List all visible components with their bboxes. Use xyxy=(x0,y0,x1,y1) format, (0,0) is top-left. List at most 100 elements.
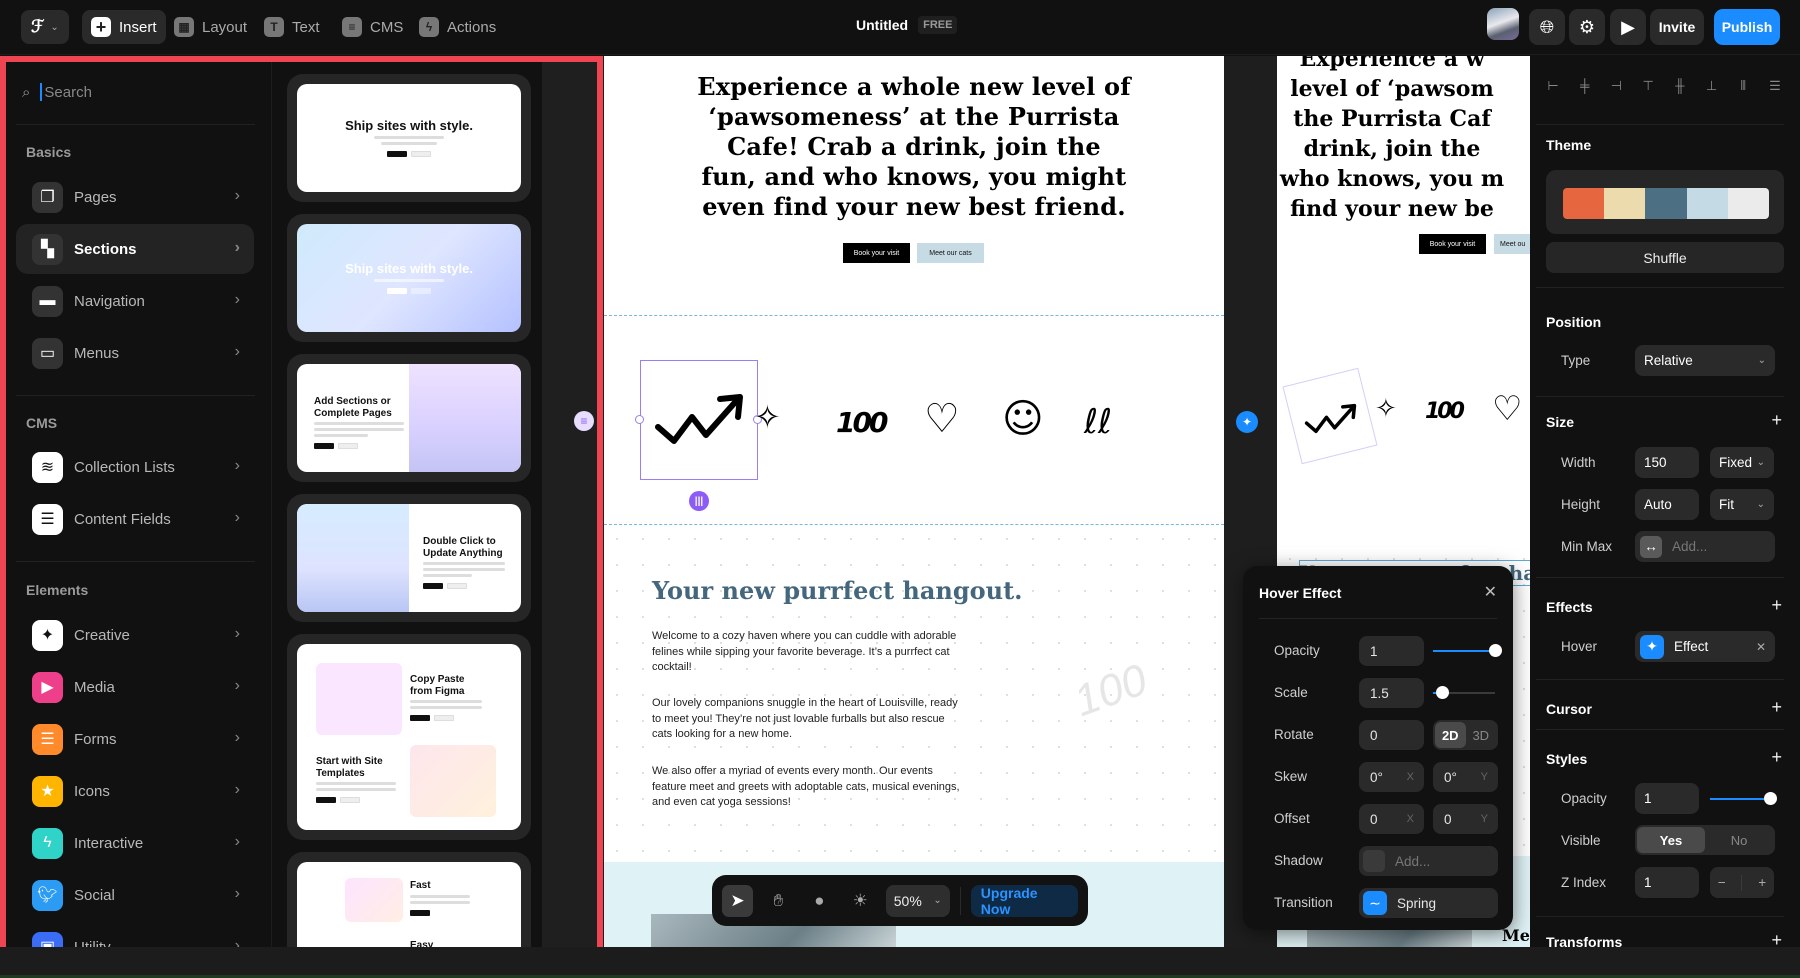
add-transform-icon[interactable]: + xyxy=(1771,930,1782,947)
publish-button[interactable]: Publish xyxy=(1714,9,1780,45)
zindex-input[interactable]: 1 xyxy=(1635,867,1699,898)
mode-3d-button[interactable]: 3D xyxy=(1466,722,1497,748)
opacity-slider[interactable] xyxy=(1710,792,1777,805)
align-left-icon[interactable]: ⊢ xyxy=(1544,78,1562,94)
skew-y-input[interactable]: 0° Y xyxy=(1433,762,1498,792)
distribute-h-icon[interactable]: ⫴ xyxy=(1734,78,1752,94)
hover-effect-indicator[interactable]: ✦ xyxy=(1236,411,1258,433)
category-media[interactable]: ▶ Media › xyxy=(16,662,254,712)
meet-cats-button[interactable]: Meet ou xyxy=(1494,234,1530,254)
heart-sticker[interactable]: ♡ xyxy=(924,396,960,442)
align-center-h-icon[interactable]: ╪ xyxy=(1576,78,1594,94)
smiley-sticker[interactable]: ☺ xyxy=(1002,396,1044,442)
offset-x-input[interactable]: 0X xyxy=(1359,804,1424,834)
search-input[interactable]: ⌕ Search xyxy=(16,74,261,110)
category-interactive[interactable]: ϟ Interactive › xyxy=(16,818,254,868)
comment-tool[interactable]: ● xyxy=(804,885,835,917)
position-type-select[interactable]: Relative ⌄ xyxy=(1635,345,1775,376)
meet-cats-button[interactable]: Meet our cats xyxy=(917,243,984,263)
hover-opacity-slider[interactable] xyxy=(1433,644,1502,657)
globe-button[interactable]: 🌐︎ xyxy=(1529,9,1565,45)
select-tool[interactable]: ➤ xyxy=(722,884,753,917)
skew-x-input[interactable]: 0° X xyxy=(1359,762,1424,792)
category-content-fields[interactable]: ☰ Content Fields › xyxy=(16,494,254,544)
opacity-input[interactable]: 1 xyxy=(1635,783,1699,814)
theme-palette-card[interactable] xyxy=(1546,170,1784,234)
hover-effect-chip[interactable]: ✦ Effect ✕ xyxy=(1635,631,1775,662)
book-visit-button[interactable]: Book your visit xyxy=(843,243,910,263)
width-input[interactable]: 150 xyxy=(1635,447,1699,478)
visible-no-button[interactable]: No xyxy=(1705,827,1773,853)
category-navigation[interactable]: ▬ Navigation › xyxy=(16,276,254,326)
add-cursor-icon[interactable]: + xyxy=(1771,697,1782,718)
decrement-icon[interactable]: − xyxy=(1718,875,1726,890)
slider-knob[interactable] xyxy=(1763,792,1777,805)
hover-rotate-input[interactable]: 0 xyxy=(1359,720,1424,750)
category-social[interactable]: 🐦︎ Social › xyxy=(16,870,254,920)
category-creative[interactable]: ✦ Creative › xyxy=(16,610,254,660)
document-title[interactable]: Untitled FREE xyxy=(856,16,958,34)
height-mode-select[interactable]: Fit ⌄ xyxy=(1710,489,1774,520)
hover-scale-slider[interactable] xyxy=(1433,686,1495,699)
settings-button[interactable]: ⚙︎ xyxy=(1569,9,1605,45)
stack-handle[interactable]: ||| xyxy=(689,491,709,511)
hover-scale-input[interactable]: 1.5 xyxy=(1359,678,1424,708)
thumbnail-hero-white[interactable]: Ship sites with style. xyxy=(287,74,531,202)
layout-tab[interactable]: ▦ Layout xyxy=(165,10,256,44)
category-forms[interactable]: ☰ Forms › xyxy=(16,714,254,764)
shuffle-button[interactable]: Shuffle xyxy=(1546,242,1784,273)
align-top-icon[interactable]: ⊤ xyxy=(1639,78,1657,94)
align-bottom-icon[interactable]: ⊥ xyxy=(1703,78,1721,94)
hundred-sticker[interactable]: 100 xyxy=(836,406,888,439)
insert-tab[interactable]: + Insert xyxy=(82,10,166,44)
offset-y-input[interactable]: 0Y xyxy=(1433,804,1498,834)
transition-select[interactable]: ∼ Spring xyxy=(1359,888,1498,918)
slider-knob[interactable] xyxy=(1435,686,1449,699)
width-mode-select[interactable]: Fixed ⌄ xyxy=(1710,447,1774,478)
actions-tab[interactable]: ϟ Actions xyxy=(410,10,505,44)
book-visit-button[interactable]: Book your visit xyxy=(1419,234,1486,254)
add-size-icon[interactable]: + xyxy=(1771,410,1782,431)
remove-effect-icon[interactable]: ✕ xyxy=(1756,640,1766,654)
align-center-v-icon[interactable]: ╫ xyxy=(1671,78,1689,94)
thumbnail-features[interactable]: Fast Easy xyxy=(287,852,531,949)
align-right-icon[interactable]: ⊣ xyxy=(1607,78,1625,94)
invite-button[interactable]: Invite xyxy=(1650,9,1704,45)
visible-yes-button[interactable]: Yes xyxy=(1637,827,1705,853)
thumbnail-hero-gradient[interactable]: Ship sites with style. xyxy=(287,214,531,342)
cms-tab[interactable]: ≡ CMS xyxy=(333,10,412,44)
category-collection-lists[interactable]: ≋ Collection Lists › xyxy=(16,442,254,492)
thumbnail-split-left[interactable]: Add Sections or Complete Pages xyxy=(287,354,531,482)
theme-toggle[interactable]: ☀ xyxy=(845,885,876,917)
upgrade-button[interactable]: Upgrade Now xyxy=(970,884,1079,917)
category-sections[interactable]: ▚ Sections › xyxy=(16,224,254,274)
add-effect-icon[interactable]: + xyxy=(1771,595,1782,616)
squiggle-sticker[interactable]: ℓℓ xyxy=(1084,402,1112,442)
category-pages[interactable]: ❐ Pages › xyxy=(16,172,254,222)
zoom-select[interactable]: 50% ⌄ xyxy=(885,884,950,917)
hover-opacity-input[interactable]: 1 xyxy=(1359,636,1424,666)
user-avatar[interactable] xyxy=(1487,8,1519,40)
text-tab[interactable]: T Text xyxy=(255,10,329,44)
distribute-v-icon[interactable]: ☰ xyxy=(1766,78,1784,94)
mode-2d-button[interactable]: 2D xyxy=(1435,722,1466,748)
close-icon[interactable]: ✕ xyxy=(1484,582,1497,602)
thumbnail-split-right[interactable]: Double Click to Update Anything xyxy=(287,494,531,622)
minmax-input[interactable]: ↔ Add... xyxy=(1635,531,1775,562)
shadow-input[interactable]: Add... xyxy=(1359,846,1498,876)
height-input[interactable]: Auto xyxy=(1635,489,1699,520)
add-breakpoint-handle[interactable]: ≡ xyxy=(574,411,594,431)
preview-button[interactable]: ▶︎ xyxy=(1610,9,1646,45)
increment-icon[interactable]: + xyxy=(1758,875,1766,890)
trend-arrow-sticker[interactable] xyxy=(654,389,749,449)
hand-tool[interactable]: ✋︎ xyxy=(763,885,794,917)
desktop-frame[interactable]: Experience a whole new level of ‘pawsome… xyxy=(604,56,1224,947)
thumbnail-zigzag[interactable]: Copy Paste from Figma Start with Site Te… xyxy=(287,634,531,840)
project-menu-button[interactable]: ℱ ⌄ xyxy=(21,10,69,44)
sparkles-sticker[interactable]: ✧ xyxy=(754,398,781,436)
add-style-icon[interactable]: + xyxy=(1771,747,1782,768)
category-icons[interactable]: ★ Icons › xyxy=(16,766,254,816)
slider-knob[interactable] xyxy=(1488,644,1502,657)
category-menus[interactable]: ▭ Menus › xyxy=(16,328,254,378)
resize-handle-left[interactable] xyxy=(635,415,644,424)
